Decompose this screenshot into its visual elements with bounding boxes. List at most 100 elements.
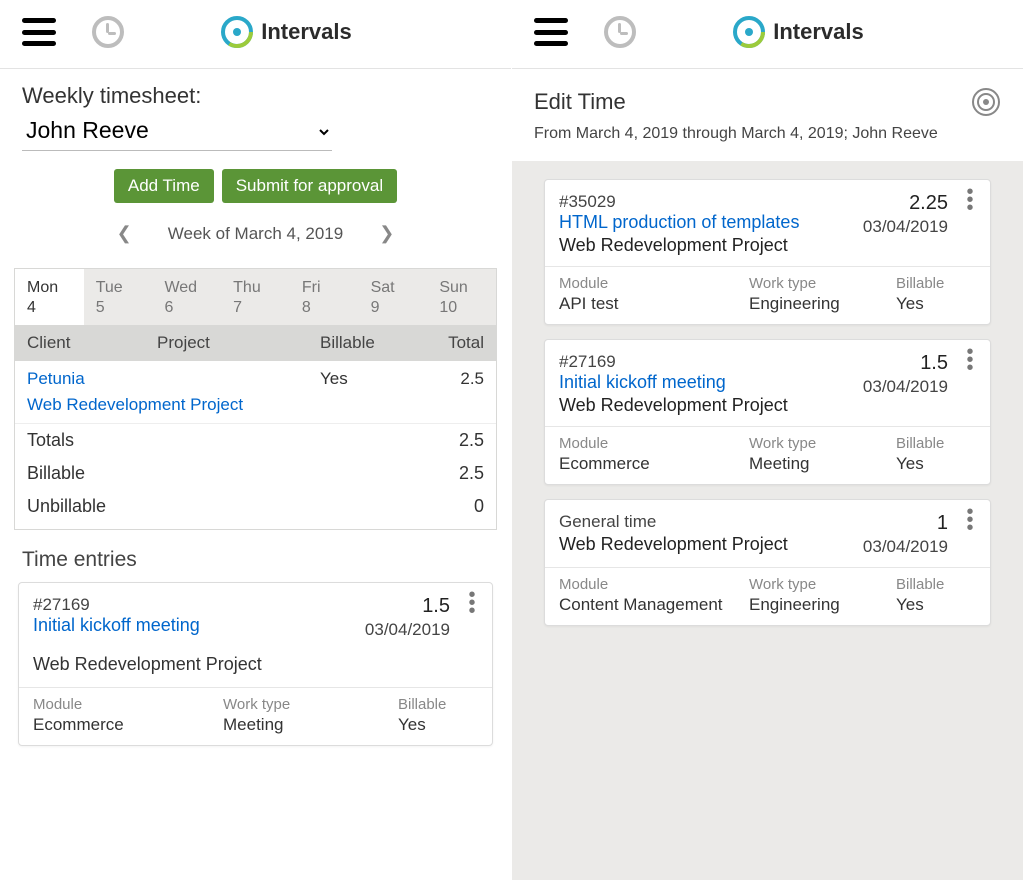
meta-billable-value: Yes (398, 715, 478, 735)
meta-worktype-value: Engineering (749, 595, 896, 615)
meta-module-label: Module (33, 696, 223, 713)
summary-totals: Totals 2.5 (15, 424, 496, 457)
clock-icon[interactable] (92, 16, 124, 48)
unbillable-label: Unbillable (27, 496, 106, 517)
timesheet-heading: Weekly timesheet: (22, 83, 489, 109)
entry-project: Web Redevelopment Project (33, 654, 478, 675)
kebab-icon[interactable]: ••• (462, 591, 482, 615)
prev-week-icon[interactable]: ❮ (109, 219, 140, 248)
table-body: Petunia Yes 2.5 Web Redevelopment Projec… (15, 361, 496, 529)
table-row: Petunia Yes 2.5 (15, 361, 496, 395)
card-id: #35029 (559, 192, 863, 212)
card-project: Web Redevelopment Project (559, 534, 863, 555)
edit-time-list: ••• #35029HTML production of templates Web… (512, 161, 1023, 880)
edit-time-header: Edit Time (512, 69, 1023, 121)
day-tab[interactable]: Tue5 (84, 269, 153, 325)
col-total: Total (420, 333, 484, 353)
topbar-right: Intervals (512, 0, 1023, 69)
meta-worktype-label: Work type (223, 696, 398, 713)
day-tab[interactable]: Mon4 (15, 269, 84, 325)
project-link[interactable]: Web Redevelopment Project (27, 395, 243, 414)
card-meta: Module Content ManagementWork type Enginee… (545, 567, 990, 625)
card-project: Web Redevelopment Project (559, 395, 863, 416)
topbar-left: Intervals (0, 0, 511, 69)
day-tab[interactable]: Sun10 (427, 269, 496, 325)
day-tab[interactable]: Sat9 (359, 269, 428, 325)
menu-icon[interactable] (22, 18, 56, 46)
totals-value: 2.5 (459, 430, 484, 451)
target-icon[interactable] (971, 87, 1001, 117)
right-pane: Intervals Edit Time From March 4, 2019 t… (512, 0, 1024, 880)
day-tab[interactable]: Wed6 (152, 269, 221, 325)
kebab-icon[interactable]: ••• (960, 508, 980, 532)
edit-time-card[interactable]: ••• #27169Initial kickoff meeting Web Rede… (544, 339, 991, 485)
card-meta: ModuleAPI testWork typeEngineeringBillab… (545, 266, 990, 324)
meta-module-value: Content Management (559, 595, 749, 615)
meta-billable-value: Yes (896, 294, 976, 314)
timesheet-table: Mon4Tue5Wed6Thu7Fri8Sat9Sun10 Client Pro… (14, 268, 497, 530)
card-title-link[interactable]: Initial kickoff meeting (559, 372, 726, 392)
card-duration: 2.25 (863, 192, 948, 215)
next-week-icon[interactable]: ❯ (371, 219, 402, 248)
table-header: Client Project Billable Total (15, 325, 496, 361)
meta-worktype-label: Work type (749, 576, 896, 593)
brand: Intervals (733, 16, 864, 48)
day-tab[interactable]: Fri8 (290, 269, 359, 325)
menu-icon[interactable] (534, 18, 568, 46)
submit-approval-button[interactable]: Submit for approval (222, 169, 397, 203)
card-meta: ModuleEcommerceWork typeMeetingBillableY… (545, 426, 990, 484)
card-date: 03/04/2019 (863, 377, 948, 397)
meta-billable-label: Billable (896, 576, 976, 593)
brand-name: Intervals (773, 19, 864, 45)
billable-value: 2.5 (459, 463, 484, 484)
user-select[interactable]: John Reeve (22, 113, 332, 151)
edit-time-card[interactable]: ••• #35029HTML production of templates Web… (544, 179, 991, 325)
edit-time-card[interactable]: ••• General timeWeb Redevelopment Project… (544, 499, 991, 626)
card-id: General time (559, 512, 863, 532)
card-date: 03/04/2019 (863, 537, 948, 557)
meta-worktype-value: Meeting (223, 715, 398, 735)
date-range-label: From March 4, 2019 through March 4, 2019… (512, 121, 1023, 161)
row-total: 2.5 (420, 369, 484, 389)
entry-meta: Module Ecommerce Work type Meeting Billa… (19, 687, 492, 745)
client-link[interactable]: Petunia (27, 369, 85, 388)
meta-worktype-value: Engineering (749, 294, 896, 314)
card-duration: 1 (863, 512, 948, 535)
summary-unbillable: Unbillable 0 (15, 490, 496, 529)
time-entry-card[interactable]: ••• #27169 Initial kickoff meeting 1.5 0… (18, 582, 493, 746)
meta-module-value: Ecommerce (33, 715, 223, 735)
meta-module-value: Ecommerce (559, 454, 749, 474)
col-billable: Billable (320, 333, 420, 353)
logo-icon (733, 16, 765, 48)
meta-module-label: Module (559, 435, 749, 452)
day-tabs: Mon4Tue5Wed6Thu7Fri8Sat9Sun10 (15, 269, 496, 325)
entries-title: Time entries (0, 530, 511, 582)
entry-title-link[interactable]: Initial kickoff meeting (33, 615, 200, 635)
card-date: 03/04/2019 (863, 217, 948, 237)
meta-module-label: Module (559, 576, 749, 593)
entry-duration: 1.5 (365, 595, 450, 618)
edit-time-title: Edit Time (534, 89, 626, 115)
brand: Intervals (221, 16, 352, 48)
card-id: #27169 (559, 352, 863, 372)
kebab-icon[interactable]: ••• (960, 188, 980, 212)
meta-worktype-value: Meeting (749, 454, 896, 474)
left-pane: Intervals Weekly timesheet: John Reeve A… (0, 0, 512, 880)
week-label: Week of March 4, 2019 (168, 224, 343, 244)
meta-worktype-label: Work type (749, 435, 896, 452)
add-time-button[interactable]: Add Time (114, 169, 214, 203)
unbillable-value: 0 (474, 496, 484, 517)
day-tab[interactable]: Thu7 (221, 269, 290, 325)
week-nav: ❮ Week of March 4, 2019 ❯ (22, 219, 489, 248)
meta-module-value: API test (559, 294, 749, 314)
totals-label: Totals (27, 430, 74, 451)
clock-icon[interactable] (604, 16, 636, 48)
meta-billable-label: Billable (398, 696, 478, 713)
meta-module-label: Module (559, 275, 749, 292)
meta-billable-value: Yes (896, 595, 976, 615)
card-project: Web Redevelopment Project (559, 235, 863, 256)
card-title-link[interactable]: HTML production of templates (559, 212, 799, 232)
button-row: Add Time Submit for approval (22, 169, 489, 203)
col-project: Project (157, 333, 320, 353)
kebab-icon[interactable]: ••• (960, 348, 980, 372)
